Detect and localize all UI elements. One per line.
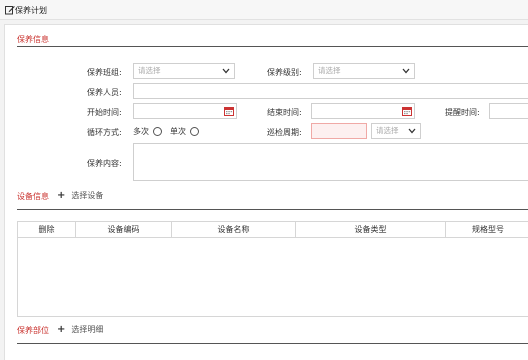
select-detail-button[interactable]: + 选择明细 (57, 324, 103, 335)
chevron-down-icon (222, 68, 230, 74)
personnel-label: 保养人员: (87, 88, 122, 97)
chevron-down-icon (402, 68, 410, 74)
cycle-mode-multiple-radio[interactable] (153, 127, 162, 136)
edit-icon (5, 6, 15, 15)
section-divider (17, 46, 528, 47)
column-header-delete: 删除 (18, 222, 76, 238)
section-divider (17, 343, 528, 344)
window-titlebar: 保养计划 (0, 0, 528, 20)
cycle-mode-radio-group: 多次 单次 (133, 126, 207, 137)
column-header-type: 设备类型 (296, 222, 446, 238)
patrol-cycle-unit-value: 请选择 (376, 126, 399, 135)
content-label: 保养内容: (87, 159, 122, 168)
calendar-icon[interactable] (402, 106, 412, 116)
personnel-input[interactable] (133, 83, 528, 99)
section-title-equipment: 设备信息 (17, 192, 49, 201)
cycle-mode-single-radio[interactable] (190, 127, 199, 136)
cycle-mode-option-multiple-label: 多次 (133, 127, 149, 136)
equipment-table: 删除 设备编码 设备名称 设备类型 规格型号 (17, 221, 528, 317)
content-textarea[interactable] (133, 143, 528, 181)
start-time-label: 开始时间: (87, 108, 122, 117)
calendar-icon[interactable] (224, 106, 234, 116)
end-time-label: 结束时间: (267, 108, 302, 117)
chevron-down-icon (408, 128, 416, 134)
patrol-cycle-input[interactable] (311, 123, 367, 139)
patrol-cycle-unit-select[interactable]: 请选择 (371, 123, 421, 139)
section-divider (17, 209, 528, 210)
team-select-value: 请选择 (138, 66, 161, 75)
end-time-input[interactable] (311, 103, 415, 119)
team-label: 保养班组: (87, 68, 122, 77)
remind-time-input[interactable] (489, 103, 528, 119)
start-time-input[interactable] (133, 103, 237, 119)
select-detail-label: 选择明细 (71, 325, 104, 334)
team-select[interactable]: 请选择 (133, 63, 235, 79)
cycle-mode-label: 循环方式: (87, 128, 122, 137)
column-header-name: 设备名称 (172, 222, 296, 238)
select-equipment-button[interactable]: + 选择设备 (57, 190, 103, 201)
column-header-model: 规格型号 (472, 225, 504, 234)
section-title-info: 保养信息 (17, 35, 49, 44)
level-select-value: 请选择 (318, 66, 341, 75)
section-title-parts: 保养部位 (17, 326, 49, 335)
plus-icon: + (57, 190, 66, 201)
column-header-code: 设备编码 (76, 222, 172, 238)
level-select[interactable]: 请选择 (313, 63, 415, 79)
patrol-cycle-label: 巡检周期: (267, 128, 302, 137)
select-equipment-label: 选择设备 (71, 191, 104, 200)
plus-icon: + (57, 324, 66, 335)
cycle-mode-option-single-label: 单次 (170, 127, 186, 136)
content-panel: 保养信息 保养班组: 请选择 保养级别: 请选择 保养人员: 开始时间: 结束时… (4, 24, 528, 360)
level-label: 保养级别: (267, 68, 302, 77)
window-title: 保养计划 (15, 6, 47, 15)
remind-time-label: 提醒时间: (445, 108, 480, 117)
equipment-table-header: 删除 设备编码 设备名称 设备类型 规格型号 (18, 222, 528, 238)
